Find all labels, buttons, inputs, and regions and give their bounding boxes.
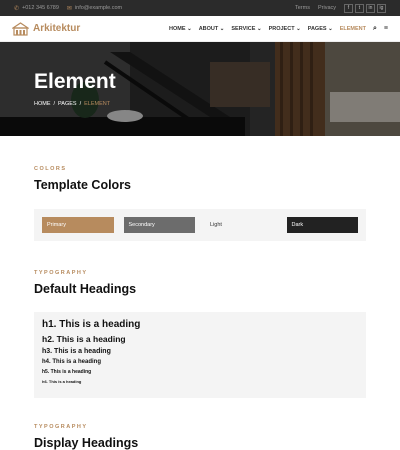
phone-contact[interactable]: ✆ +012 345 6789 (14, 5, 59, 12)
swatch-light: Light (205, 217, 277, 233)
display-heading: Display Headings (34, 436, 139, 450)
typography-section: TYPOGRAPHY Default Headings h1. This is … (0, 270, 400, 398)
nav-item-element[interactable]: ELEMENT (340, 26, 366, 32)
page-title: Element (34, 70, 116, 93)
colors-eyebrow: COLORS (34, 166, 67, 172)
page-hero: Element HOME / PAGES / ELEMENT (0, 42, 400, 136)
heading-h2: h2. This is a heading (42, 334, 126, 344)
nav-item-home[interactable]: HOME ⌄ (169, 26, 192, 32)
search-icon[interactable]: ⌕ (373, 25, 377, 33)
heading-h6: h6. This is a heading (42, 379, 82, 384)
heading-h5: h5. This is a heading (42, 369, 92, 375)
twitter-icon[interactable]: t (355, 3, 364, 13)
nav-item-pages[interactable]: PAGES ⌄ (308, 26, 333, 32)
phone-icon: ✆ (14, 5, 20, 12)
email-contact[interactable]: ✉ info@example.com (67, 5, 122, 12)
building-logo-icon (12, 21, 29, 36)
hamburger-icon[interactable]: ≡ (384, 25, 388, 32)
color-swatches: Primary Secondary Light Dark (34, 209, 366, 241)
instagram-icon[interactable]: ig (377, 3, 386, 13)
top-bar: ✆ +012 345 6789 ✉ info@example.com Terms… (0, 0, 400, 16)
display-eyebrow: TYPOGRAPHY (34, 424, 88, 430)
privacy-link[interactable]: Privacy (318, 5, 336, 11)
nav-item-project[interactable]: PROJECT ⌄ (269, 26, 301, 32)
breadcrumb-home[interactable]: HOME (34, 101, 51, 107)
terms-link[interactable]: Terms (295, 5, 310, 11)
envelope-icon: ✉ (66, 5, 72, 12)
swatch-primary: Primary (42, 217, 114, 233)
brand[interactable]: Arkitektur (12, 21, 81, 36)
social-links: f t in ig (344, 3, 386, 13)
email-text: info@example.com (74, 5, 123, 11)
typography-eyebrow: TYPOGRAPHY (34, 270, 88, 276)
phone-text: +012 345 6789 (22, 5, 59, 11)
colors-heading: Template Colors (34, 178, 132, 192)
typography-heading: Default Headings (34, 282, 137, 296)
breadcrumb: HOME / PAGES / ELEMENT (34, 101, 111, 107)
swatch-secondary: Secondary (123, 217, 195, 233)
nav-menu: HOME ⌄ ABOUT ⌄ SERVICE ⌄ PROJECT ⌄ PAGES… (169, 25, 388, 33)
headings-demo: h1. This is a heading h2. This is a head… (34, 312, 366, 398)
heading-h3: h3. This is a heading (42, 348, 111, 355)
facebook-icon[interactable]: f (344, 3, 353, 13)
linkedin-icon[interactable]: in (366, 3, 375, 13)
nav-item-about[interactable]: ABOUT ⌄ (199, 26, 225, 32)
brand-name: Arkitektur (33, 23, 81, 34)
swatch-dark: Dark (286, 217, 358, 233)
breadcrumb-current: ELEMENT (84, 101, 111, 107)
display-section: TYPOGRAPHY Display Headings (0, 424, 400, 450)
colors-section: COLORS Template Colors Primary Secondary… (0, 166, 400, 241)
heading-h1: h1. This is a heading (42, 319, 141, 330)
main-navbar: Arkitektur HOME ⌄ ABOUT ⌄ SERVICE ⌄ PROJ… (0, 16, 400, 42)
breadcrumb-pages[interactable]: PAGES (58, 101, 77, 107)
nav-item-service[interactable]: SERVICE ⌄ (231, 26, 261, 32)
heading-h4: h4. This is a heading (42, 359, 102, 365)
